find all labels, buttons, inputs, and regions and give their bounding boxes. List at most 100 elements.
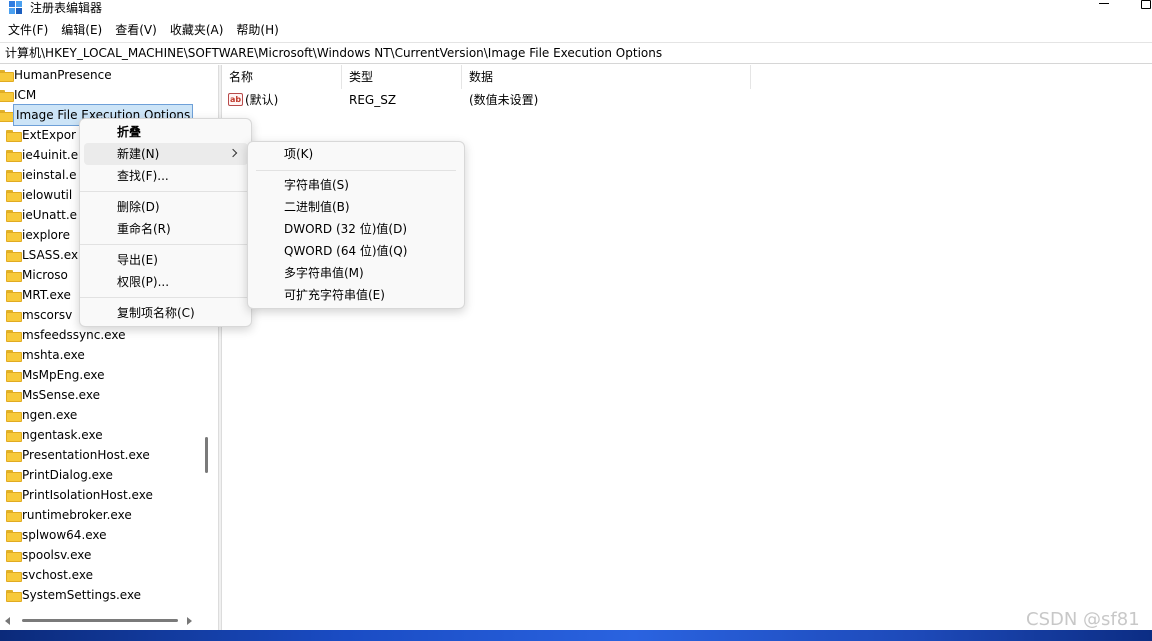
tree-item-label: msfeedssync.exe xyxy=(22,328,126,342)
tree-item[interactable]: PrintDialog.exe xyxy=(0,465,200,485)
tree-item-label: Microso xyxy=(22,268,68,282)
menu-item-find[interactable]: 查找(F)... xyxy=(84,165,248,187)
tree-item[interactable]: spoolsv.exe xyxy=(0,545,200,565)
tree-item[interactable]: svchost.exe xyxy=(0,565,200,585)
folder-icon xyxy=(6,570,22,582)
folder-icon xyxy=(6,470,22,482)
tree-item-label: svchost.exe xyxy=(22,568,93,582)
folder-icon xyxy=(6,390,22,402)
tree-item[interactable]: ngentask.exe xyxy=(0,425,200,445)
scroll-right-icon[interactable] xyxy=(187,617,192,625)
folder-icon xyxy=(6,550,22,562)
submenu-item-qword-value[interactable]: QWORD (64 位)值(Q) xyxy=(252,240,461,262)
scrollbar-thumb[interactable] xyxy=(22,619,178,622)
tree-item[interactable]: PresentationHost.exe xyxy=(0,445,200,465)
tree-item[interactable]: mshta.exe xyxy=(0,345,200,365)
menu-separator xyxy=(80,244,251,245)
new-submenu: 项(K) 字符串值(S) 二进制值(B) DWORD (32 位)值(D) QW… xyxy=(247,141,465,309)
folder-icon xyxy=(6,190,22,202)
submenu-item-binary-value[interactable]: 二进制值(B) xyxy=(252,196,461,218)
menu-item-new[interactable]: 新建(N) xyxy=(84,143,248,165)
chevron-right-icon xyxy=(228,148,238,158)
menu-view[interactable]: 查看(V) xyxy=(107,19,162,41)
tree-item-label: MsMpEng.exe xyxy=(22,368,105,382)
folder-icon xyxy=(0,90,14,102)
tree-item[interactable]: runtimebroker.exe xyxy=(0,505,200,525)
tree-item[interactable]: msfeedssync.exe xyxy=(0,325,200,345)
menu-item-copy-key-name[interactable]: 复制项名称(C) xyxy=(84,302,248,324)
tree-item-label: PrintIsolationHost.exe xyxy=(22,488,153,502)
menu-separator xyxy=(80,297,251,298)
menu-help[interactable]: 帮助(H) xyxy=(228,19,283,41)
scroll-left-icon[interactable] xyxy=(5,617,10,625)
list-item[interactable]: ab (默认) REG_SZ (数值未设置) xyxy=(222,90,1152,110)
folder-icon xyxy=(0,70,14,82)
folder-icon xyxy=(0,110,14,122)
scrollbar-thumb[interactable] xyxy=(205,437,208,473)
submenu-item-multi-string-value[interactable]: 多字符串值(M) xyxy=(252,262,461,284)
taskbar-strip xyxy=(0,630,1152,641)
tree-item[interactable]: MsMpEng.exe xyxy=(0,365,200,385)
tree-item[interactable]: splwow64.exe xyxy=(0,525,200,545)
column-data[interactable]: 数据 xyxy=(462,65,751,89)
menu-favorites[interactable]: 收藏夹(A) xyxy=(162,19,229,41)
tree-item-label: LSASS.ex xyxy=(22,248,79,262)
menu-item-collapse[interactable]: 折叠 xyxy=(84,121,248,143)
tree-item-label: ieUnatt.e xyxy=(22,208,78,222)
tree-item-label: ngen.exe xyxy=(22,408,78,422)
menu-item-export[interactable]: 导出(E) xyxy=(84,249,248,271)
folder-icon xyxy=(6,510,22,522)
menu-item-delete[interactable]: 删除(D) xyxy=(84,196,248,218)
submenu-item-key[interactable]: 项(K) xyxy=(252,143,461,165)
menu-separator xyxy=(256,170,456,171)
tree-item-label: ExtExpor xyxy=(22,128,76,142)
tree-item[interactable]: MsSense.exe xyxy=(0,385,200,405)
tree-item-label: mshta.exe xyxy=(22,348,85,362)
folder-icon xyxy=(6,210,22,222)
tree-item[interactable]: PrintIsolationHost.exe xyxy=(0,485,200,505)
registry-editor-icon xyxy=(9,1,22,14)
submenu-item-string-value[interactable]: 字符串值(S) xyxy=(252,174,461,196)
folder-icon xyxy=(6,450,22,462)
folder-icon xyxy=(6,230,22,242)
context-menu: 折叠 新建(N) 查找(F)... 删除(D) 重命名(R) 导出(E) 权限(… xyxy=(79,118,252,327)
menu-item-permissions[interactable]: 权限(P)... xyxy=(84,271,248,293)
column-name[interactable]: 名称 xyxy=(222,65,342,89)
menu-separator xyxy=(80,191,251,192)
submenu-item-expandable-string-value[interactable]: 可扩充字符串值(E) xyxy=(252,284,461,306)
tree-item-label: MsSense.exe xyxy=(22,388,100,402)
tree-item-label: HumanPresence xyxy=(14,68,112,82)
tree-item[interactable]: ICM xyxy=(0,85,200,105)
tree-item-label: SystemSettings.exe xyxy=(22,588,142,602)
submenu-item-dword-value[interactable]: DWORD (32 位)值(D) xyxy=(252,218,461,240)
value-type: REG_SZ xyxy=(349,93,397,107)
tree-item-label: splwow64.exe xyxy=(22,528,107,542)
tree-item-label: iexplore xyxy=(22,228,70,242)
address-bar[interactable]: 计算机\HKEY_LOCAL_MACHINE\SOFTWARE\Microsof… xyxy=(0,42,1152,64)
folder-icon xyxy=(6,430,22,442)
watermark: CSDN @sf81 xyxy=(1026,609,1140,630)
folder-icon xyxy=(6,370,22,382)
tree-item[interactable]: SystemSettings.exe xyxy=(0,585,200,605)
value-data: (数值未设置) xyxy=(469,93,539,107)
menu-item-new-label: 新建(N) xyxy=(117,147,160,161)
minimize-button[interactable] xyxy=(1099,0,1111,8)
tree-item-label: PrintDialog.exe xyxy=(22,468,113,482)
tree-item-label: spoolsv.exe xyxy=(22,548,92,562)
menu-edit[interactable]: 编辑(E) xyxy=(53,19,107,41)
folder-icon xyxy=(6,130,22,142)
ab-string-icon: ab xyxy=(228,93,243,106)
maximize-button[interactable] xyxy=(1141,0,1151,9)
tree-item[interactable]: ngen.exe xyxy=(0,405,200,425)
window-title: 注册表编辑器 xyxy=(30,1,103,15)
folder-icon xyxy=(6,270,22,282)
column-type[interactable]: 类型 xyxy=(342,65,462,89)
title-bar: 注册表编辑器 xyxy=(0,0,1152,18)
menu-item-rename[interactable]: 重命名(R) xyxy=(84,218,248,240)
tree-horizontal-scrollbar[interactable] xyxy=(0,613,200,629)
tree-item[interactable]: HumanPresence xyxy=(0,65,200,85)
menu-file[interactable]: 文件(F) xyxy=(0,19,53,41)
tree-item-label: ICM xyxy=(14,88,37,102)
folder-icon xyxy=(6,250,22,262)
tree-item-label: runtimebroker.exe xyxy=(22,508,132,522)
